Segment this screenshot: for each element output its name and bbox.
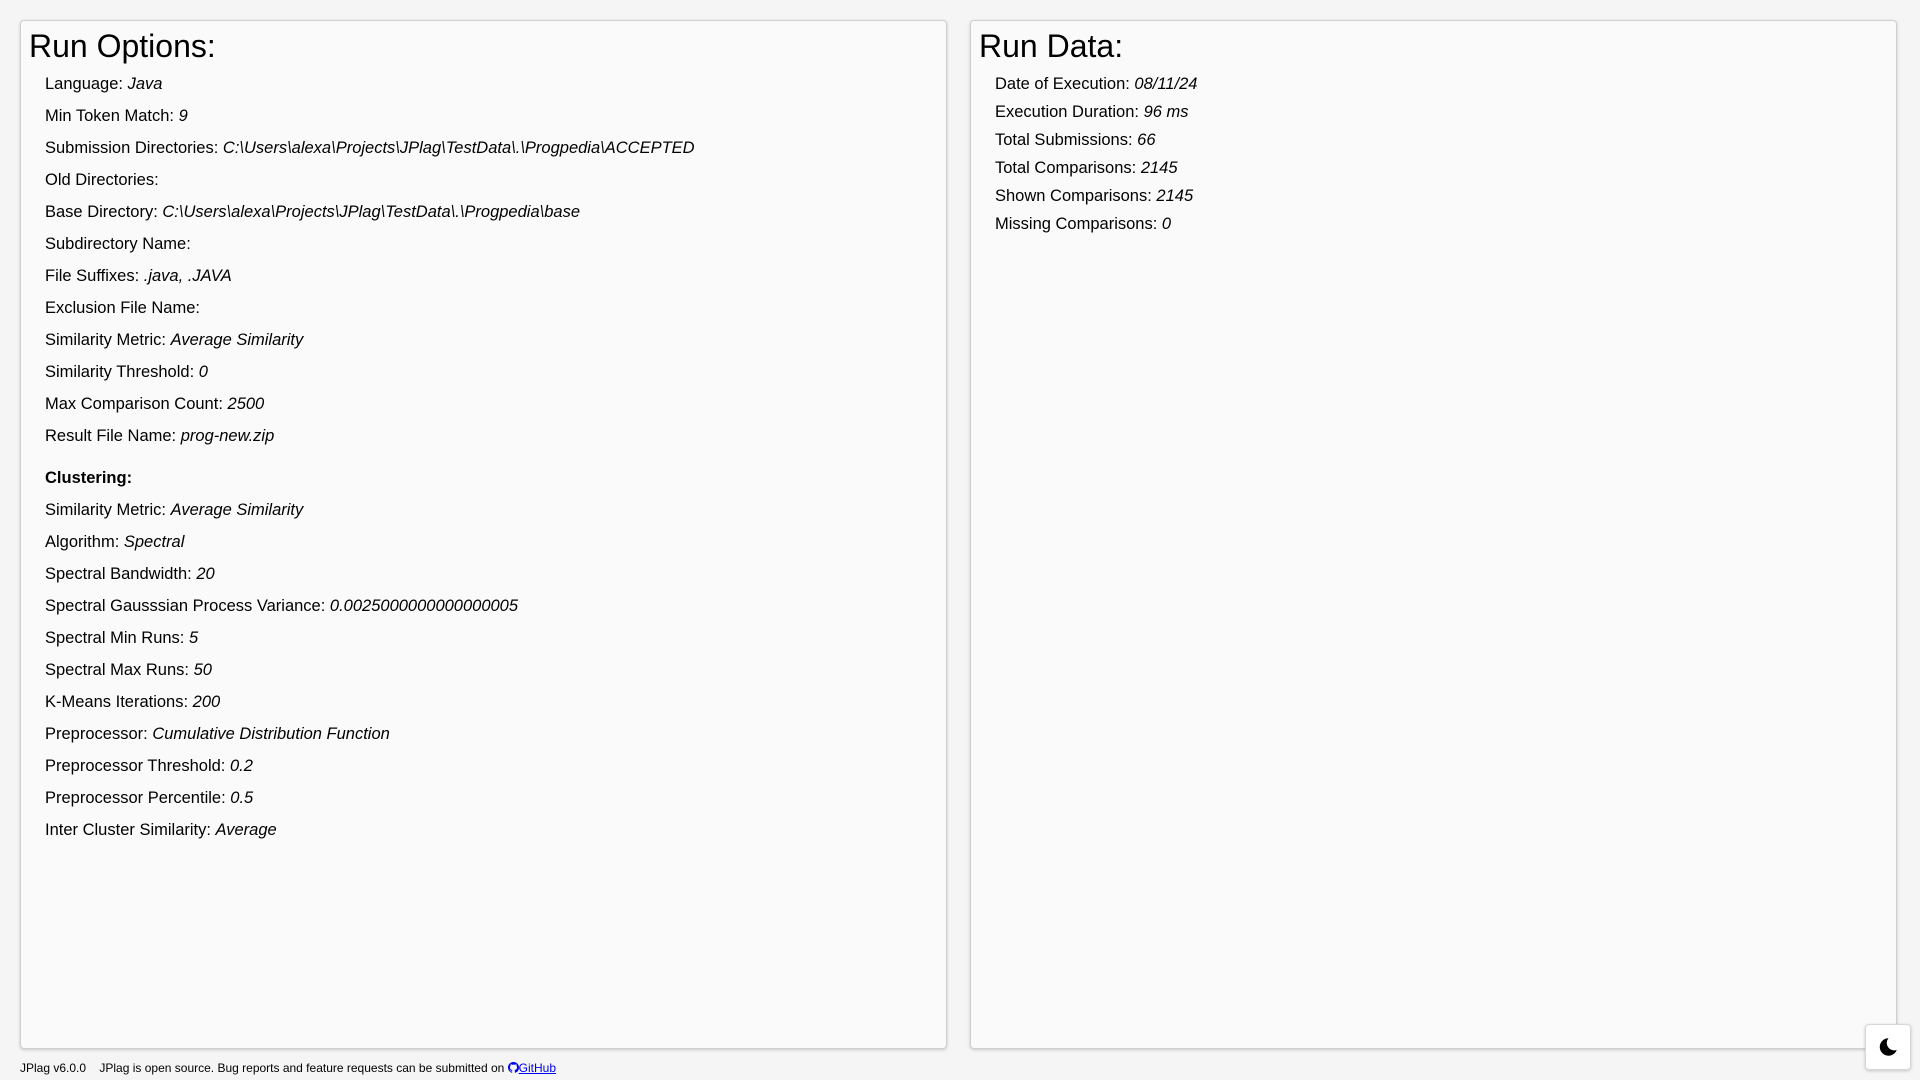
clustering-spectral-min-runs: Spectral Min Runs: 5 xyxy=(45,629,199,648)
clustering-preprocessor-percentile: Preprocessor Percentile: 0.5 xyxy=(45,789,254,808)
report-page: Run Options: Language: Java Min Token Ma… xyxy=(0,0,1920,1080)
run-data-list: Date of Execution: 08/11/24 Execution Du… xyxy=(979,74,1888,234)
clustering-algorithm: Algorithm: Spectral xyxy=(45,533,185,552)
data-total-submissions: Total Submissions: 66 xyxy=(995,131,1156,150)
data-shown-comparisons: Shown Comparisons: 2145 xyxy=(995,187,1194,206)
github-link[interactable]: GitHub xyxy=(507,1061,557,1075)
option-language: Language: Java xyxy=(45,75,163,94)
clustering-inter-cluster-similarity: Inter Cluster Similarity: Average xyxy=(45,821,277,840)
version-label: JPlag v6.0.0 xyxy=(20,1061,87,1075)
clustering-kmeans-iterations: K-Means Iterations: 200 xyxy=(45,693,221,712)
option-submission-directories: Submission Directories: C:\Users\alexa\P… xyxy=(45,139,695,158)
option-subdirectory-name: Subdirectory Name: xyxy=(45,235,191,254)
clustering-spectral-max-runs: Spectral Max Runs: 50 xyxy=(45,661,212,680)
clustering-gaussian-variance: Spectral Gausssian Process Variance: 0.0… xyxy=(45,597,519,616)
run-options-panel: Run Options: Language: Java Min Token Ma… xyxy=(20,20,947,1049)
option-similarity-metric: Similarity Metric: Average Similarity xyxy=(45,331,304,350)
option-result-file-name: Result File Name: prog-new.zip xyxy=(45,427,275,446)
option-base-directory: Base Directory: C:\Users\alexa\Projects\… xyxy=(45,203,580,222)
data-missing-comparisons: Missing Comparisons: 0 xyxy=(995,215,1172,234)
clustering-preprocessor: Preprocessor: Cumulative Distribution Fu… xyxy=(45,725,390,744)
option-min-token-match: Min Token Match: 9 xyxy=(45,107,188,126)
run-data-panel: Run Data: Date of Execution: 08/11/24 Ex… xyxy=(970,20,1897,1049)
data-total-comparisons: Total Comparisons: 2145 xyxy=(995,159,1178,178)
option-file-suffixes: File Suffixes: .java, .JAVA xyxy=(45,267,232,286)
data-execution-duration: Execution Duration: 96 ms xyxy=(995,103,1189,122)
option-exclusion-file-name: Exclusion File Name: xyxy=(45,299,200,318)
footer: JPlag v6.0.0 JPlag is open source. Bug r… xyxy=(20,1060,556,1076)
clustering-title: Clustering: xyxy=(45,469,133,488)
footer-message: JPlag is open source. Bug reports and fe… xyxy=(99,1061,505,1075)
github-link-label: GitHub xyxy=(518,1061,557,1075)
run-data-title: Run Data: xyxy=(979,28,1124,64)
clustering-preprocessor-threshold: Preprocessor Threshold: 0.2 xyxy=(45,757,253,776)
moon-icon xyxy=(1879,1038,1897,1056)
clustering-similarity-metric: Similarity Metric: Average Similarity xyxy=(45,501,304,520)
data-date-of-execution: Date of Execution: 08/11/24 xyxy=(995,75,1198,94)
option-max-comparison-count: Max Comparison Count: 2500 xyxy=(45,395,265,414)
theme-toggle-button[interactable] xyxy=(1865,1024,1911,1070)
option-old-directories: Old Directories: xyxy=(45,171,159,190)
github-icon xyxy=(507,1062,519,1073)
run-options-list: Language: Java Min Token Match: 9 Submis… xyxy=(29,74,938,840)
clustering-spectral-bandwidth: Spectral Bandwidth: 20 xyxy=(45,565,215,584)
option-similarity-threshold: Similarity Threshold: 0 xyxy=(45,363,208,382)
run-options-title: Run Options: xyxy=(29,28,216,64)
